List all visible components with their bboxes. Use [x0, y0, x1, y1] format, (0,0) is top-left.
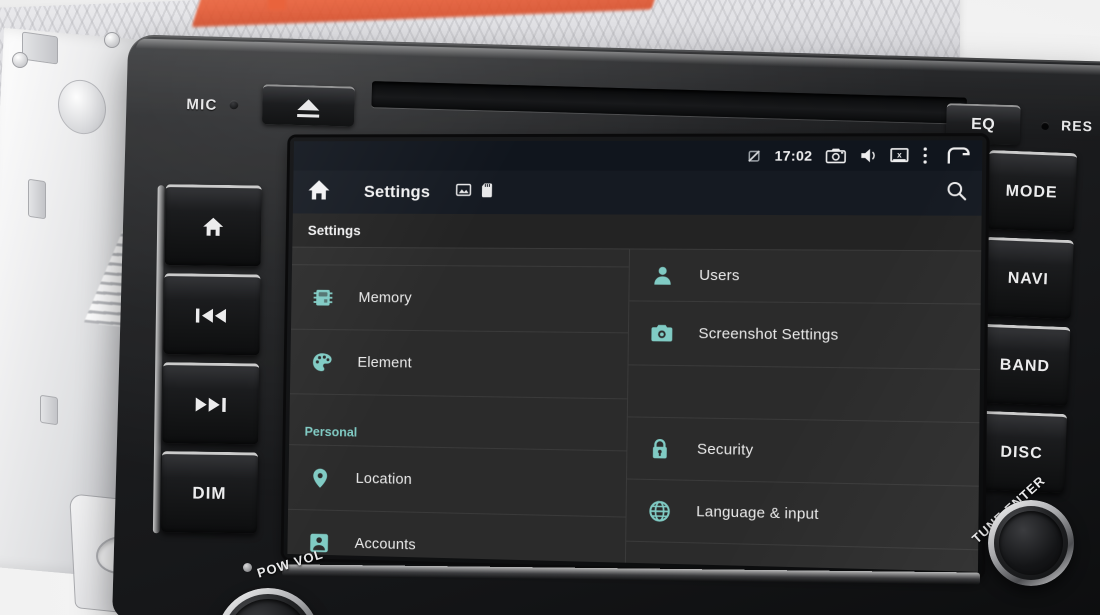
chassis-screw-2	[104, 32, 120, 48]
previous-track-button[interactable]	[163, 273, 261, 356]
palette-icon	[307, 351, 336, 373]
camera-icon	[646, 324, 676, 343]
touchscreen[interactable]: 17:02 x Settings Settings Memory Element…	[287, 140, 983, 572]
band-button[interactable]: BAND	[979, 323, 1071, 407]
settings-row-location[interactable]: Location	[288, 445, 626, 518]
settings-row-label: Language & input	[696, 503, 819, 524]
navi-button[interactable]: NAVI	[982, 236, 1074, 320]
dim-button[interactable]: DIM	[160, 451, 259, 534]
touchscreen-bezel: 17:02 x Settings Settings Memory Element…	[283, 136, 987, 577]
product-photo-scene: MIC EQ RES DIM MODE NAVI BAND DISC 17:02…	[0, 0, 1100, 615]
android-status-bar: 17:02 x	[293, 140, 983, 171]
settings-column-right: Users Screenshot Settings Security Langu…	[625, 249, 982, 571]
search-icon[interactable]	[945, 180, 967, 207]
tune-enter-knob[interactable]	[988, 500, 1074, 586]
orange-object-stem	[268, 0, 286, 10]
sd-card-icon[interactable]	[481, 182, 494, 203]
settings-row-label: Element	[357, 353, 413, 372]
mute-crossed-icon	[746, 148, 761, 163]
memory-chip-icon	[308, 286, 337, 308]
settings-section-header: Settings	[292, 213, 982, 252]
settings-row-users[interactable]: Users	[628, 249, 982, 305]
settings-row-memory[interactable]: Memory	[290, 265, 629, 334]
location-pin-icon	[306, 467, 335, 489]
volume-icon[interactable]	[859, 147, 877, 163]
more-vertical-icon[interactable]	[922, 146, 928, 164]
reset-label: RES	[1060, 117, 1094, 135]
mode-button[interactable]: MODE	[986, 149, 1078, 233]
settings-row-label: Accounts	[354, 535, 416, 554]
next-track-icon	[195, 397, 226, 412]
power-knob-indicator-dot	[243, 563, 252, 572]
settings-group-personal: Personal	[289, 394, 627, 452]
settings-row-language-input[interactable]: Language & input	[625, 479, 979, 551]
action-bar-spacer	[493, 192, 945, 193]
mic-label: MIC	[186, 95, 218, 114]
settings-row-label: Security	[696, 440, 754, 459]
previous-track-icon	[195, 308, 227, 323]
left-button-column: DIM	[160, 184, 262, 534]
chassis-screw-1	[12, 52, 28, 68]
disc-button[interactable]: DISC	[976, 410, 1068, 494]
app-action-bar: Settings	[292, 170, 983, 216]
tune-enter-knob-cap	[999, 511, 1063, 575]
settings-group-right-spacer	[627, 365, 980, 424]
back-arrow-icon[interactable]	[946, 146, 972, 164]
column-left-top-pad	[292, 247, 629, 268]
car-head-unit: MIC EQ RES DIM MODE NAVI BAND DISC 17:02…	[112, 34, 1100, 615]
chassis-tab-mid	[28, 178, 46, 220]
settings-row-element[interactable]: Element	[289, 329, 628, 400]
lock-icon	[645, 437, 675, 460]
settings-row-label: Screenshot Settings	[698, 325, 839, 344]
chassis-tab-low	[40, 394, 58, 426]
settings-content[interactable]: Settings Memory Element Personal Locatio…	[287, 213, 982, 572]
camera-icon[interactable]	[826, 148, 847, 164]
person-icon	[647, 264, 677, 286]
page-title: Settings	[363, 182, 431, 202]
eject-icon-bar	[297, 114, 320, 118]
settings-row-label: Users	[699, 266, 740, 285]
action-bar-status-icons	[455, 182, 493, 203]
home-button[interactable]	[164, 184, 262, 267]
status-bar-clock: 17:02	[774, 147, 813, 164]
right-button-column: MODE NAVI BAND DISC	[976, 149, 1078, 494]
settings-two-column-list: Memory Element Personal Location Account…	[287, 247, 982, 572]
settings-row-screenshot-settings[interactable]: Screenshot Settings	[628, 301, 981, 370]
settings-row-label: Location	[355, 470, 413, 488]
screen-x-icon[interactable]: x	[890, 147, 909, 163]
home-icon[interactable]	[306, 178, 331, 206]
next-track-button[interactable]	[162, 362, 260, 445]
globe-icon	[644, 499, 674, 522]
image-icon[interactable]	[455, 182, 471, 202]
home-icon	[203, 217, 224, 236]
eject-button[interactable]	[261, 84, 355, 127]
settings-column-left: Memory Element Personal Location Account…	[287, 247, 630, 572]
settings-row-label: Memory	[358, 289, 412, 307]
eject-icon	[297, 99, 320, 111]
svg-text:x: x	[897, 150, 902, 159]
settings-row-security[interactable]: Security	[626, 417, 980, 487]
